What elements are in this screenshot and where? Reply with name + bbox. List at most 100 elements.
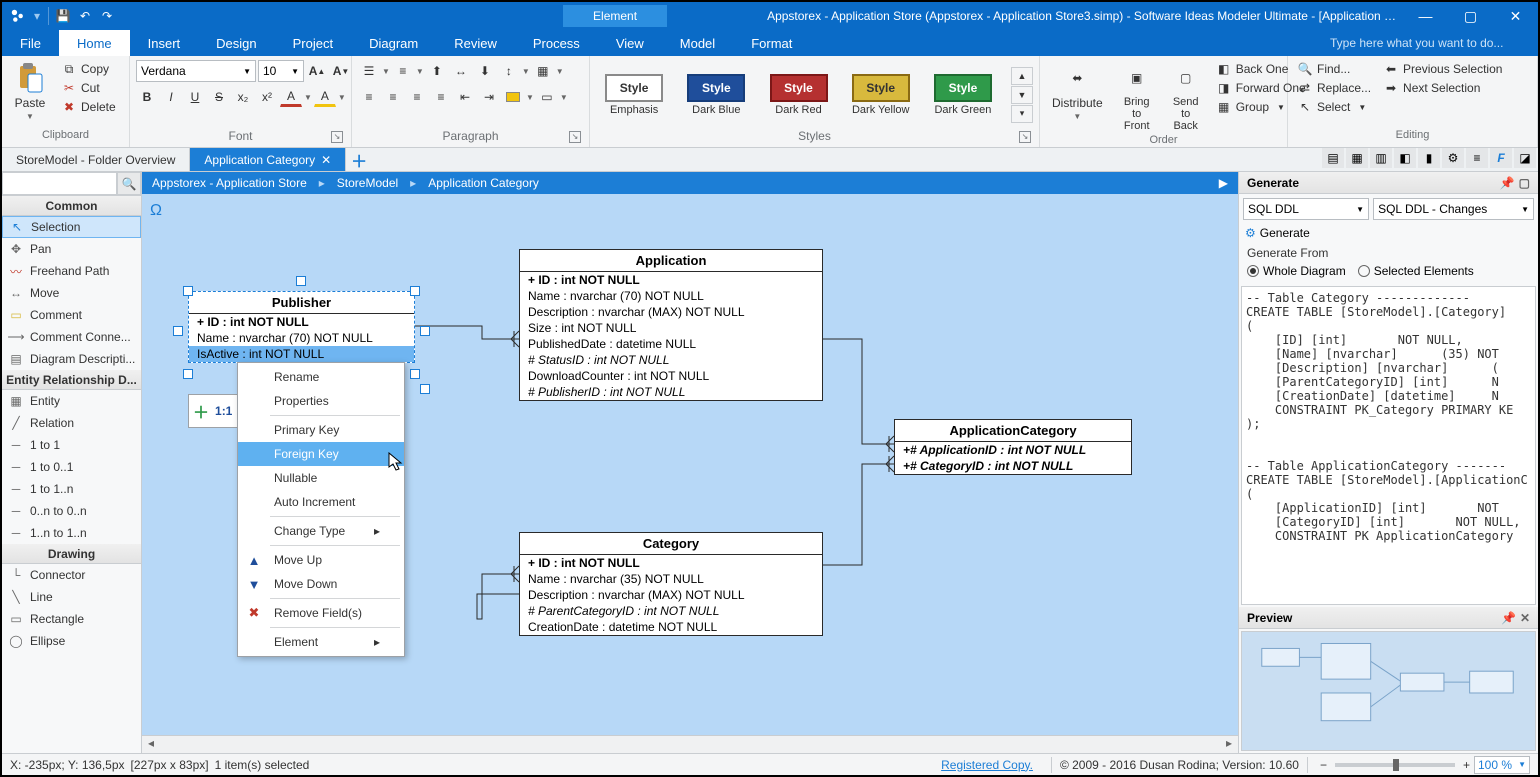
tab-process[interactable]: Process (515, 30, 598, 56)
rtool-6[interactable]: ⚙ (1442, 148, 1464, 168)
tool-1to01[interactable]: ─1 to 0..1 (2, 456, 141, 478)
tab-design[interactable]: Design (198, 30, 274, 56)
align-justify-button[interactable]: ≡ (430, 86, 452, 108)
entity-field[interactable]: DownloadCounter : int NOT NULL (520, 368, 822, 384)
entity-field-selected[interactable]: IsActive : int NOT NULL (189, 346, 414, 362)
zoom-out-button[interactable]: − (1316, 758, 1331, 772)
align-center-button[interactable]: ≡ (382, 86, 404, 108)
styles-down-button[interactable]: ▼ (1011, 86, 1033, 104)
ctx-foreign-key[interactable]: Foreign Key (238, 442, 404, 466)
entity-header[interactable]: Publisher (189, 292, 414, 314)
ctx-move-down[interactable]: ▼Move Down (238, 572, 404, 596)
ctx-rename[interactable]: Rename (238, 365, 404, 389)
rtool-1[interactable]: ▤ (1322, 148, 1344, 168)
toolbox-cat-common[interactable]: Common (2, 196, 141, 216)
undo-icon[interactable]: ↶ (77, 8, 93, 24)
generate-variant-select[interactable]: SQL DDL - Changes▼ (1373, 198, 1534, 220)
tool-1nto1n[interactable]: ─1..n to 1..n (2, 522, 141, 544)
entity-header[interactable]: Category (520, 533, 822, 555)
ctx-primary-key[interactable]: Primary Key (238, 418, 404, 442)
tool-comment[interactable]: ▭Comment (2, 304, 141, 326)
rtool-2[interactable]: ▦ (1346, 148, 1368, 168)
entity-field[interactable]: CreationDate : datetime NOT NULL (520, 619, 822, 635)
style-emphasis[interactable]: StyleEmphasis (596, 74, 672, 116)
tab-project[interactable]: Project (275, 30, 351, 56)
resize-handle[interactable] (183, 369, 193, 379)
panel-close-icon[interactable]: ▢ (1519, 176, 1530, 190)
underline-button[interactable]: U (184, 86, 206, 108)
entity-application-category[interactable]: ApplicationCategory +# ApplicationID : i… (894, 419, 1132, 475)
copy-button[interactable]: ⧉Copy (58, 60, 119, 78)
radio-whole-diagram[interactable]: Whole Diagram (1247, 264, 1346, 278)
subscript-button[interactable]: x₂ (232, 86, 254, 108)
tool-ellipse[interactable]: ◯Ellipse (2, 630, 141, 652)
redo-icon[interactable]: ↷ (99, 8, 115, 24)
tool-rectangle[interactable]: ▭Rectangle (2, 608, 141, 630)
tab-diagram[interactable]: Diagram (351, 30, 436, 56)
entity-publisher[interactable]: Publisher + ID : int NOT NULL Name : nva… (188, 291, 415, 363)
ctx-element[interactable]: Element▸ (238, 630, 404, 654)
align-right-button[interactable]: ≡ (406, 86, 428, 108)
rtool-9[interactable]: ◪ (1514, 148, 1536, 168)
canvas-hscroll[interactable]: ◂ ▸ (142, 735, 1238, 753)
indent-button[interactable]: ⇥ (478, 86, 500, 108)
preview-area[interactable] (1241, 631, 1536, 751)
resize-handle[interactable] (183, 286, 193, 296)
align-middle-button[interactable]: ↔ (450, 60, 472, 82)
style-dark-blue[interactable]: StyleDark Blue (678, 74, 754, 116)
font-size-select[interactable]: 10▼ (258, 60, 304, 82)
borders-button[interactable]: ▦ (532, 60, 554, 82)
select-button[interactable]: ↖Select▼ (1294, 98, 1374, 116)
resize-handle[interactable] (420, 384, 430, 394)
toolbox-search-input[interactable] (2, 172, 117, 195)
fill-button[interactable] (502, 86, 524, 108)
pin-icon[interactable]: 📌 (1500, 176, 1515, 190)
entity-field[interactable]: Name : nvarchar (35) NOT NULL (520, 571, 822, 587)
radio-selected-elements[interactable]: Selected Elements (1358, 264, 1474, 278)
generate-button[interactable]: ⚙Generate (1239, 224, 1538, 242)
generated-code[interactable]: -- Table Category ------------- CREATE T… (1241, 286, 1536, 605)
resize-handle[interactable] (296, 276, 306, 286)
close-button[interactable]: ✕ (1493, 2, 1538, 30)
ctx-auto-increment[interactable]: Auto Increment (238, 490, 404, 514)
grow-font-button[interactable]: A▲ (306, 60, 328, 82)
entity-field[interactable]: + ID : int NOT NULL (189, 314, 414, 330)
doctab-storemodel[interactable]: StoreModel - Folder Overview (2, 148, 190, 171)
find-button[interactable]: 🔍Find... (1294, 60, 1374, 78)
breadcrumb-item[interactable]: Application Category (428, 176, 539, 190)
entity-header[interactable]: Application (520, 250, 822, 272)
font-family-select[interactable]: Verdana▼ (136, 60, 256, 82)
prev-selection-button[interactable]: ⬅Previous Selection (1380, 60, 1505, 78)
outdent-button[interactable]: ⇤ (454, 86, 476, 108)
tool-line[interactable]: ╲Line (2, 586, 141, 608)
shrink-font-button[interactable]: A▼ (330, 60, 352, 82)
minimize-button[interactable]: — (1403, 2, 1448, 30)
rtool-7[interactable]: ≡ (1466, 148, 1488, 168)
entity-field[interactable]: +# ApplicationID : int NOT NULL (895, 442, 1131, 458)
styles-up-button[interactable]: ▲ (1011, 67, 1033, 85)
tool-comment-connector[interactable]: ⟶Comment Conne... (2, 326, 141, 348)
replace-button[interactable]: ⇄Replace... (1294, 79, 1374, 97)
rtool-3[interactable]: ▥ (1370, 148, 1392, 168)
tool-relation[interactable]: ╱Relation (2, 412, 141, 434)
bullets-button[interactable]: ☰ (358, 60, 380, 82)
align-bottom-button[interactable]: ⬇ (474, 60, 496, 82)
tab-home[interactable]: Home (59, 30, 130, 56)
numbering-button[interactable]: ≡ (392, 60, 414, 82)
entity-field[interactable]: # ParentCategoryID : int NOT NULL (520, 603, 822, 619)
tool-diagram-desc[interactable]: ▤Diagram Descripti... (2, 348, 141, 370)
generate-type-select[interactable]: SQL DDL▼ (1243, 198, 1369, 220)
rtool-8[interactable]: F (1490, 148, 1512, 168)
tool-1to1[interactable]: ─1 to 1 (2, 434, 141, 456)
entity-field[interactable]: + ID : int NOT NULL (520, 272, 822, 288)
bold-button[interactable]: B (136, 86, 158, 108)
tab-model[interactable]: Model (662, 30, 733, 56)
tool-move[interactable]: ↔Move (2, 282, 141, 304)
entity-category[interactable]: Category + ID : int NOT NULL Name : nvar… (519, 532, 823, 636)
entity-field[interactable]: + ID : int NOT NULL (520, 555, 822, 571)
diagram-canvas[interactable]: Ω Publisher + ID : int NOT NULL Nam (142, 194, 1238, 735)
file-menu[interactable]: File (2, 30, 59, 56)
close-tab-icon[interactable]: ✕ (321, 153, 331, 167)
entity-field[interactable]: +# CategoryID : int NOT NULL (895, 458, 1131, 474)
paragraph-dialog-launcher[interactable]: ↘ (569, 131, 581, 143)
